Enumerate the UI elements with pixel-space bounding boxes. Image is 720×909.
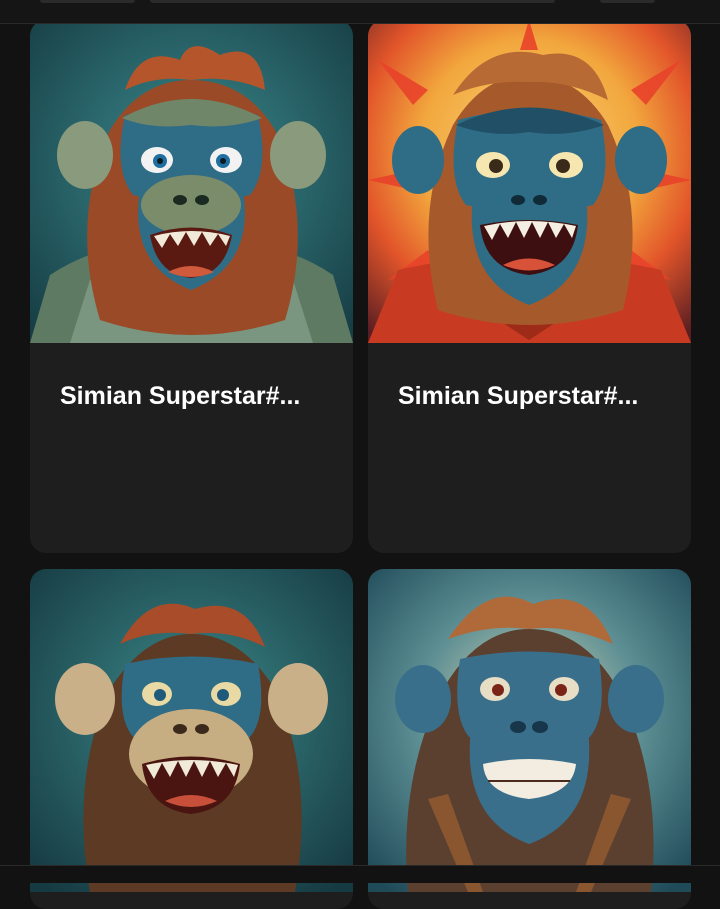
top-bar: [0, 0, 720, 24]
bottom-bar: [0, 865, 720, 883]
nft-image[interactable]: [368, 20, 691, 343]
nft-image[interactable]: [30, 20, 353, 343]
nft-title[interactable]: Simian Superstar#...: [60, 384, 330, 409]
nft-card[interactable]: Simian Superstar#...: [30, 20, 353, 553]
nft-card[interactable]: [30, 569, 353, 909]
tab-indicator: [40, 0, 135, 3]
nft-title[interactable]: Simian Superstar#...: [398, 384, 668, 409]
tab-indicator: [600, 0, 655, 3]
nft-card[interactable]: [368, 569, 691, 909]
nft-image[interactable]: [30, 569, 353, 892]
nft-image[interactable]: [368, 569, 691, 892]
search-bar-edge: [150, 0, 555, 3]
nft-card[interactable]: Simian Superstar#...: [368, 20, 691, 553]
nft-grid: Simian Superstar#... Simian Superstar#..…: [0, 0, 720, 909]
